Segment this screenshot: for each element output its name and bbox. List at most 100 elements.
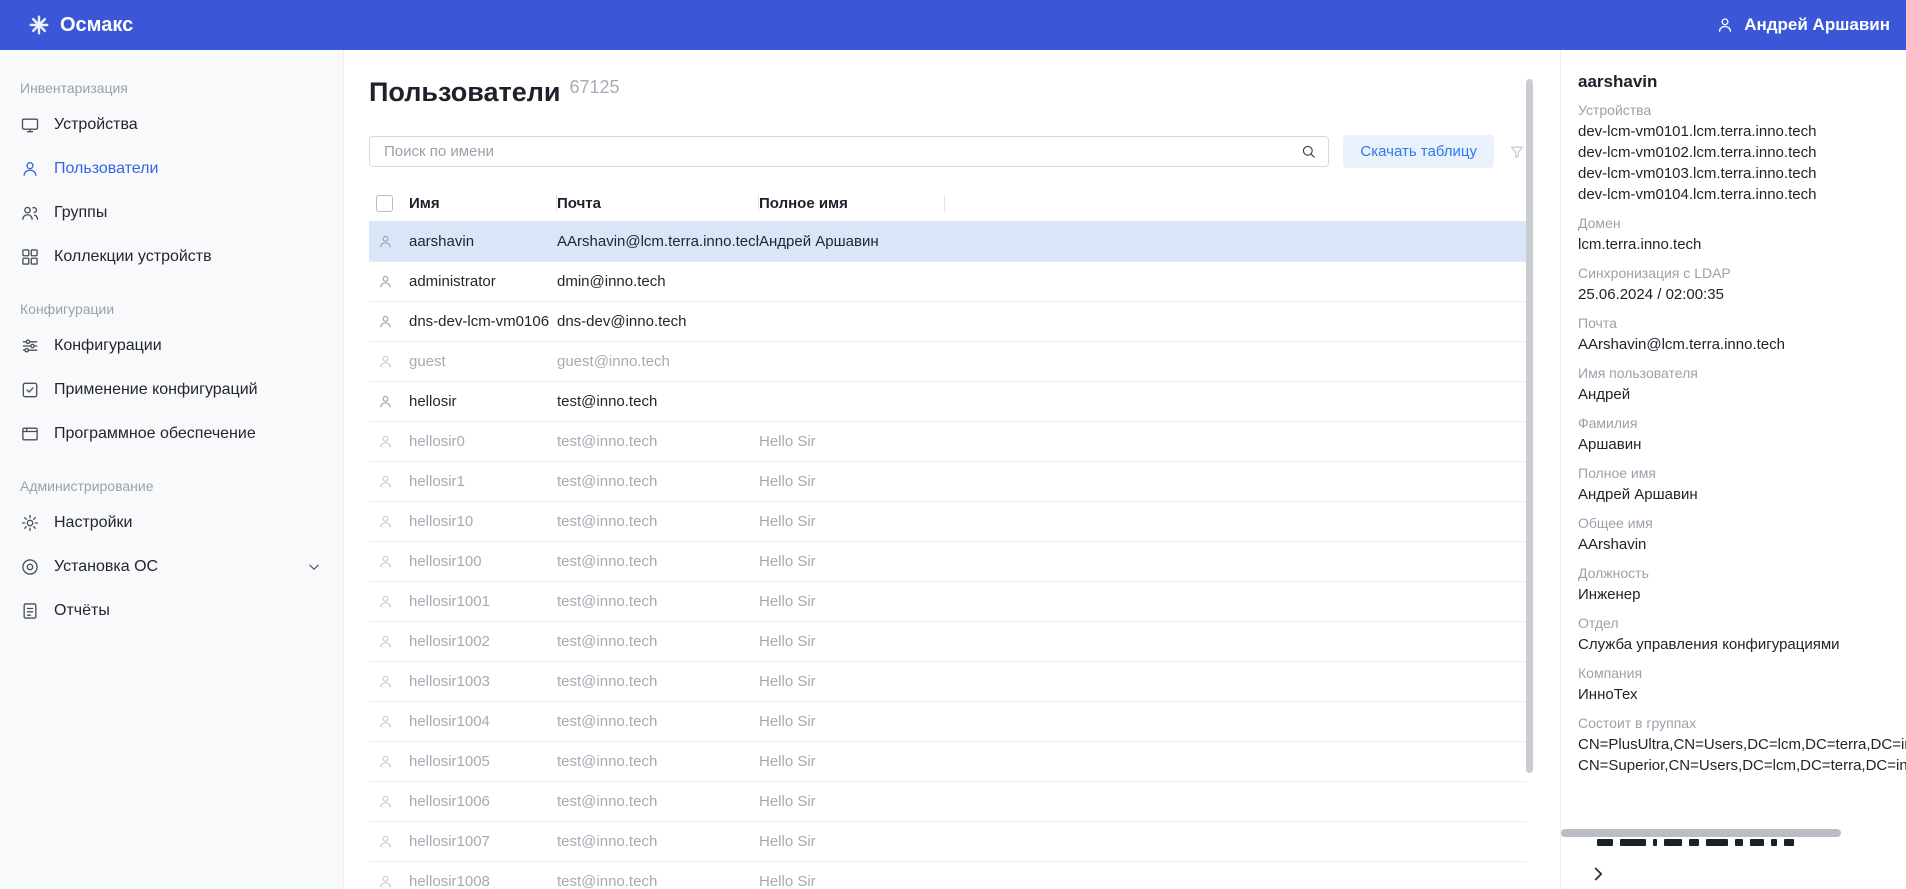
person-icon xyxy=(377,713,394,730)
table-row[interactable]: hellosir0test@inno.techHello Sir xyxy=(369,422,1526,462)
row-icon-cell xyxy=(369,273,409,290)
table-row[interactable]: hellosir10test@inno.techHello Sir xyxy=(369,502,1526,542)
clipped-text-fragment xyxy=(1597,839,1801,847)
sidebar-item-reports[interactable]: Отчёты xyxy=(0,589,343,633)
sidebar-item-configurations[interactable]: Конфигурации xyxy=(0,324,343,368)
user-menu[interactable]: Андрей Аршавин xyxy=(1715,15,1890,35)
sidebar-item-users[interactable]: Пользователи xyxy=(0,147,343,191)
sidebar-item-apply-configurations[interactable]: Применение конфигураций xyxy=(0,368,343,412)
detail-field-value: CN=Superior,CN=Users,DC=lcm,DC=terra,DC=… xyxy=(1578,755,1906,776)
cell-email: test@inno.tech xyxy=(557,593,759,610)
cell-email: test@inno.tech xyxy=(557,473,759,490)
row-icon-cell xyxy=(369,793,409,810)
cell-full-name: Hello Sir xyxy=(759,713,945,730)
table-row[interactable]: hellosir1007test@inno.techHello Sir xyxy=(369,822,1526,862)
detail-field-label: Должность xyxy=(1578,565,1906,581)
panel-expand-button[interactable] xyxy=(1587,863,1609,885)
table-row[interactable]: hellosir1003test@inno.techHello Sir xyxy=(369,662,1526,702)
cell-email: test@inno.tech xyxy=(557,713,759,730)
table-row[interactable]: hellosir100test@inno.techHello Sir xyxy=(369,542,1526,582)
table-row[interactable]: hellosir1001test@inno.techHello Sir xyxy=(369,582,1526,622)
sidebar: ИнвентаризацияУстройстваПользователиГруп… xyxy=(0,50,344,889)
cell-email: test@inno.tech xyxy=(557,793,759,810)
monitor-icon xyxy=(20,115,40,135)
detail-field-value: ИнноТех xyxy=(1578,684,1906,705)
sidebar-item-os-install[interactable]: Установка ОС xyxy=(0,545,343,589)
user-name: Андрей Аршавин xyxy=(1744,15,1890,35)
cell-name: hellosir xyxy=(409,393,557,410)
detail-field-value: Инженер xyxy=(1578,584,1906,605)
person-icon xyxy=(377,353,394,370)
details-panel: aarshavin Устройстваdev-lcm-vm0101.lcm.t… xyxy=(1560,50,1906,889)
detail-field-value: dev-lcm-vm0103.lcm.terra.inno.tech xyxy=(1578,163,1906,184)
vertical-scrollbar[interactable] xyxy=(1526,79,1533,773)
row-icon-cell xyxy=(369,233,409,250)
cell-email: dmin@inno.tech xyxy=(557,273,759,290)
cell-name: hellosir100 xyxy=(409,553,557,570)
horizontal-scrollbar[interactable] xyxy=(1561,829,1841,837)
detail-field: Доменlcm.terra.inno.tech xyxy=(1578,215,1906,255)
person-icon xyxy=(377,433,394,450)
detail-field-label: Общее имя xyxy=(1578,515,1906,531)
person-icon xyxy=(377,593,394,610)
table-row[interactable]: aarshavinAArshavin@lcm.terra.inno.techАн… xyxy=(369,222,1526,262)
table-row[interactable]: hellosirtest@inno.tech xyxy=(369,382,1526,422)
table-row[interactable]: guestguest@inno.tech xyxy=(369,342,1526,382)
person-icon xyxy=(377,873,394,889)
table-row[interactable]: hellosir1002test@inno.techHello Sir xyxy=(369,622,1526,662)
user-icon xyxy=(1715,15,1735,35)
detail-field: Общее имяAArshavin xyxy=(1578,515,1906,555)
cell-email: AArshavin@lcm.terra.inno.tech xyxy=(557,233,759,250)
detail-field-value: CN=PlusUltra,CN=Users,DC=lcm,DC=terra,DC… xyxy=(1578,734,1906,755)
table-row[interactable]: hellosir1test@inno.techHello Sir xyxy=(369,462,1526,502)
sidebar-item-settings[interactable]: Настройки xyxy=(0,501,343,545)
detail-field: Почта AArshavin@lcm.terra.inno.tech xyxy=(1578,315,1906,355)
sidebar-item-groups[interactable]: Группы xyxy=(0,191,343,235)
app-logo[interactable]: Осмакс xyxy=(28,14,133,37)
total-count: 67125 xyxy=(569,77,619,98)
person-icon xyxy=(377,753,394,770)
cell-full-name: Hello Sir xyxy=(759,593,945,610)
table-row[interactable]: hellosir1008test@inno.techHello Sir xyxy=(369,862,1526,889)
detail-field-value: AArshavin@lcm.terra.inno.tech xyxy=(1578,334,1906,355)
select-all-checkbox[interactable] xyxy=(376,195,393,212)
cell-name: hellosir1003 xyxy=(409,673,557,690)
column-header-2[interactable]: Полное имя xyxy=(759,195,945,212)
column-header-0[interactable]: Имя xyxy=(409,195,557,212)
cell-email: test@inno.tech xyxy=(557,633,759,650)
sidebar-item-label: Устройства xyxy=(54,116,138,134)
cell-full-name: Hello Sir xyxy=(759,673,945,690)
filter-icon[interactable] xyxy=(1508,143,1526,161)
detail-field: Устройстваdev-lcm-vm0101.lcm.terra.inno.… xyxy=(1578,102,1906,205)
cell-name: hellosir1005 xyxy=(409,753,557,770)
sidebar-item-devices[interactable]: Устройства xyxy=(0,103,343,147)
page-head: Пользователи 67125 xyxy=(345,50,1560,108)
person-icon xyxy=(377,673,394,690)
sidebar-item-label: Настройки xyxy=(54,514,132,532)
sidebar-item-software[interactable]: Программное обеспечение xyxy=(0,412,343,456)
detail-field: Полное имяАндрей Аршавин xyxy=(1578,465,1906,505)
toolbar: Скачать таблицу xyxy=(369,135,1526,168)
sidebar-item-device-collections[interactable]: Коллекции устройств xyxy=(0,235,343,279)
table-row[interactable]: hellosir1005test@inno.techHello Sir xyxy=(369,742,1526,782)
column-header-1[interactable]: Почта xyxy=(557,195,759,212)
table-row[interactable]: administratordmin@inno.tech xyxy=(369,262,1526,302)
row-icon-cell xyxy=(369,753,409,770)
details-fields: Устройстваdev-lcm-vm0101.lcm.terra.inno.… xyxy=(1578,102,1906,776)
cell-email: test@inno.tech xyxy=(557,433,759,450)
search-input[interactable] xyxy=(369,136,1329,167)
table-row[interactable]: dns-dev-lcm-vm0106dns-dev@inno.tech xyxy=(369,302,1526,342)
detail-field-label: Имя пользователя xyxy=(1578,365,1906,381)
cell-email: dns-dev@inno.tech xyxy=(557,313,759,330)
detail-field-label: Почта xyxy=(1578,315,1906,331)
cell-full-name: Hello Sir xyxy=(759,473,945,490)
cell-name: hellosir10 xyxy=(409,513,557,530)
person-icon xyxy=(377,553,394,570)
page-title: Пользователи xyxy=(369,76,560,108)
sidebar-item-label: Программное обеспечение xyxy=(54,425,256,443)
table-row[interactable]: hellosir1004test@inno.techHello Sir xyxy=(369,702,1526,742)
table-row[interactable]: hellosir1006test@inno.techHello Sir xyxy=(369,782,1526,822)
detail-field-value: Аршавин xyxy=(1578,434,1906,455)
download-table-button[interactable]: Скачать таблицу xyxy=(1343,135,1494,168)
top-bar: Осмакс Андрей Аршавин xyxy=(0,0,1906,50)
